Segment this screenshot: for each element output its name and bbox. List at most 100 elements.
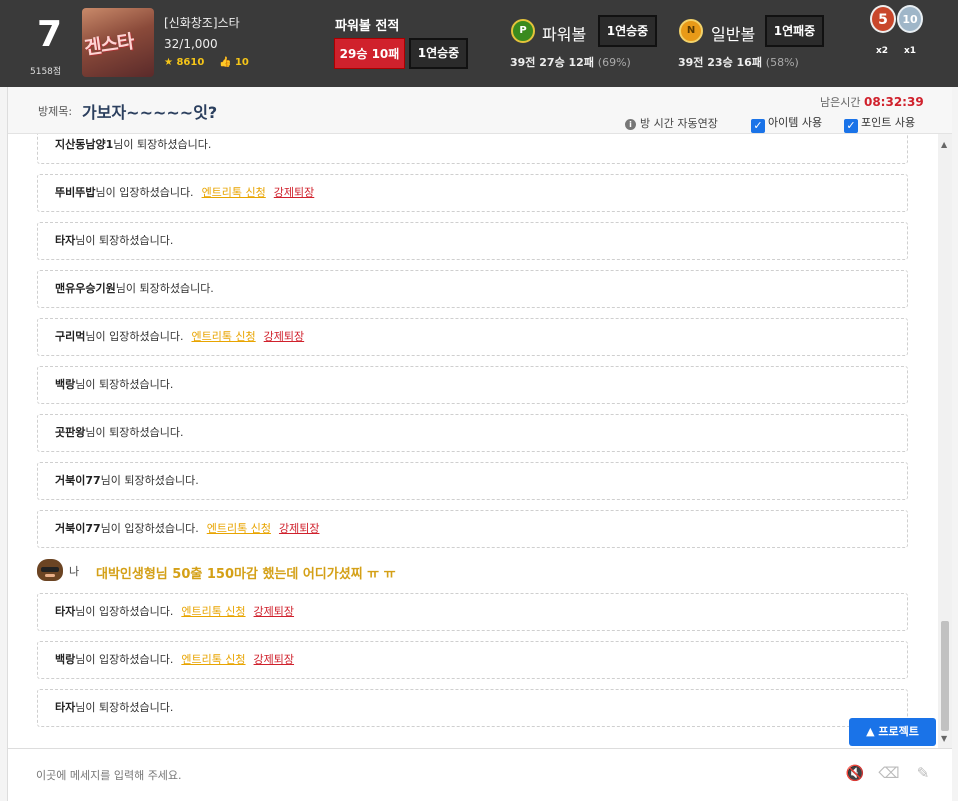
chat-user[interactable]: 거북이77 xyxy=(55,474,101,487)
item-use-checkbox[interactable]: ✓ 아이템 사용 xyxy=(751,114,822,133)
chat-message: 지산동남양1님이 퇴장하셨습니다. xyxy=(37,134,908,164)
entry-request-link[interactable]: 엔트리톡 신청 xyxy=(202,186,266,199)
protect-button[interactable]: ▲ 프로젝트 xyxy=(849,718,936,746)
chat-user[interactable]: 백랑 xyxy=(55,653,75,666)
point-use-label: 포인트 사용 xyxy=(861,116,916,129)
chat-text: 님이 퇴장하셨습니다. xyxy=(100,474,199,487)
room-title-bar: 방제목: 가보자~~~~~잇? 남은시간 08:32:39 i 방 시간 자동연장… xyxy=(8,87,952,134)
my-avatar-icon xyxy=(37,559,63,581)
chat-message: 곳판왕님이 퇴장하셨습니다. xyxy=(37,414,908,452)
info-icon: i xyxy=(625,119,636,130)
point-use-checkbox[interactable]: ✓ 포인트 사용 xyxy=(844,114,915,133)
magic-wand-icon[interactable]: ✎ xyxy=(912,763,934,783)
medal-icon: 5 xyxy=(870,5,896,33)
chat-text: 님이 퇴장하셨습니다. xyxy=(85,426,184,439)
star-icon: ★ xyxy=(164,57,173,68)
time-left: 남은시간 08:32:39 xyxy=(820,94,924,110)
chat-text: 님이 입장하셨습니다. xyxy=(75,605,174,618)
kick-link[interactable]: 강제퇴장 xyxy=(264,330,304,343)
normalball-icon: N xyxy=(679,19,703,43)
chat-message: 거북이77님이 입장하셨습니다. 엔트리톡 신청 강제퇴장 xyxy=(37,510,908,548)
chat-text: 님이 퇴장하셨습니다. xyxy=(113,138,212,151)
powerball-stat-text: 39전 27승 12패 xyxy=(510,56,594,69)
chat-user[interactable]: 곳판왕 xyxy=(55,426,85,439)
right-edge xyxy=(952,87,958,801)
chat-text: 님이 입장하셨습니다. xyxy=(100,522,199,535)
chat-message: 백랑님이 퇴장하셨습니다. xyxy=(37,366,908,404)
entry-request-link[interactable]: 엔트리톡 신청 xyxy=(191,330,255,343)
my-label: 나 xyxy=(69,565,80,578)
chat-message: 타자님이 입장하셨습니다. 엔트리톡 신청 강제퇴장 xyxy=(37,593,908,631)
chat-input[interactable] xyxy=(36,765,816,785)
chat-user[interactable]: 지산동남양1 xyxy=(55,138,113,151)
chat-scrollbar[interactable]: ▲ ▼ xyxy=(938,134,952,748)
medal-count: x1 xyxy=(904,46,917,56)
star-count: 8610 xyxy=(176,57,205,68)
entry-request-link[interactable]: 엔트리톡 신청 xyxy=(181,653,245,666)
chat-message: 맨유우승기원님이 퇴장하셨습니다. xyxy=(37,270,908,308)
chat-text: 님이 퇴장하셨습니다. xyxy=(75,234,174,247)
auto-extend-option[interactable]: i 방 시간 자동연장 xyxy=(625,115,718,131)
chat-text: 님이 퇴장하셨습니다. xyxy=(75,701,174,714)
chat-text: 님이 입장하셨습니다. xyxy=(85,330,184,343)
powerball-icon: P xyxy=(511,19,535,43)
chat-feed[interactable]: 지산동남양1님이 퇴장하셨습니다. 뚜비뚜밥님이 입장하셨습니다. 엔트리톡 신청… xyxy=(8,134,938,748)
kick-link[interactable]: 강제퇴장 xyxy=(279,522,319,535)
thumb-count: 10 xyxy=(234,57,249,68)
eraser-icon[interactable]: ⌫ xyxy=(878,763,900,783)
chat-user[interactable]: 타자 xyxy=(55,701,75,714)
chat-user[interactable]: 구리먹 xyxy=(55,330,85,343)
room-header: 7 5158점 겐스타 [신화창조]스타 32/1,000 ★ 8610 👍 1… xyxy=(0,0,958,87)
chat-user[interactable]: 타자 xyxy=(55,605,75,618)
avatar[interactable]: 겐스타 xyxy=(82,8,154,77)
kick-link[interactable]: 강제퇴장 xyxy=(254,605,294,618)
powerball-stat: 39전 27승 12패 (69%) xyxy=(510,54,631,70)
chat-user[interactable]: 맨유우승기원 xyxy=(55,282,116,295)
medal-count: x2 xyxy=(876,46,889,56)
entry-request-link[interactable]: 엔트리톡 신청 xyxy=(181,605,245,618)
powerball-label: 파워볼 xyxy=(542,25,587,44)
my-message: 나 대박인생형님 50출 150마감 했는데 어디가셨찌 ㅠ ㅠ xyxy=(37,556,908,586)
room-title-label: 방제목: xyxy=(38,105,73,118)
avatar-text: 겐스타 xyxy=(82,30,135,60)
chat-message: 뚜비뚜밥님이 입장하셨습니다. 엔트리톡 신청 강제퇴장 xyxy=(37,174,908,212)
scroll-down-icon[interactable]: ▼ xyxy=(941,734,947,743)
auto-extend-label: 방 시간 자동연장 xyxy=(640,117,718,130)
normalball-streak: 1연패중 xyxy=(765,15,824,47)
my-message-text: 대박인생형님 50출 150마감 했는데 어디가셨찌 ㅠ ㅠ xyxy=(96,567,396,582)
chat-message: 구리먹님이 입장하셨습니다. 엔트리톡 신청 강제퇴장 xyxy=(37,318,908,356)
scrollbar-thumb[interactable] xyxy=(941,621,949,731)
scroll-up-icon[interactable]: ▲ xyxy=(941,140,947,149)
kick-link[interactable]: 강제퇴장 xyxy=(274,186,314,199)
user-name[interactable]: [신화창조]스타 xyxy=(164,14,240,31)
left-edge xyxy=(0,87,8,801)
chat-user[interactable]: 뚜비뚜밥 xyxy=(55,186,95,199)
room-title: 가보자~~~~~잇? xyxy=(82,103,218,122)
powerball-pct: (69%) xyxy=(597,56,631,69)
record-win-loss: 29승 10패 xyxy=(334,38,405,69)
normalball-stat-text: 39전 23승 16패 xyxy=(678,56,762,69)
normalball-label: 일반볼 xyxy=(711,25,756,44)
thumb-stat: 👍 10 xyxy=(219,57,249,68)
thumbs-up-icon: 👍 xyxy=(219,57,232,68)
item-use-label: 아이템 사용 xyxy=(768,116,823,129)
normalball-stat: 39전 23승 16패 (58%) xyxy=(678,54,799,70)
chat-text: 님이 퇴장하셨습니다. xyxy=(115,282,214,295)
chat-text: 님이 퇴장하셨습니다. xyxy=(75,378,174,391)
normalball-pct: (58%) xyxy=(765,56,799,69)
mute-icon[interactable]: 🔇 xyxy=(844,763,866,783)
entry-request-link[interactable]: 엔트리톡 신청 xyxy=(207,522,271,535)
chat-message: 타자님이 퇴장하셨습니다. xyxy=(37,222,908,260)
medal-icon: 10 xyxy=(897,5,923,33)
chat-user[interactable]: 타자 xyxy=(55,234,75,247)
record-streak: 1연승중 xyxy=(409,38,468,69)
chat-user[interactable]: 백랑 xyxy=(55,378,75,391)
user-level: 7 xyxy=(37,14,63,55)
chat-text: 님이 입장하셨습니다. xyxy=(95,186,194,199)
kick-link[interactable]: 강제퇴장 xyxy=(254,653,294,666)
record-title: 파워볼 전적 xyxy=(335,19,400,34)
time-left-value: 08:32:39 xyxy=(863,95,924,109)
star-stat: ★ 8610 xyxy=(164,57,204,68)
chat-message: 거북이77님이 퇴장하셨습니다. xyxy=(37,462,908,500)
chat-user[interactable]: 거북이77 xyxy=(55,522,101,535)
